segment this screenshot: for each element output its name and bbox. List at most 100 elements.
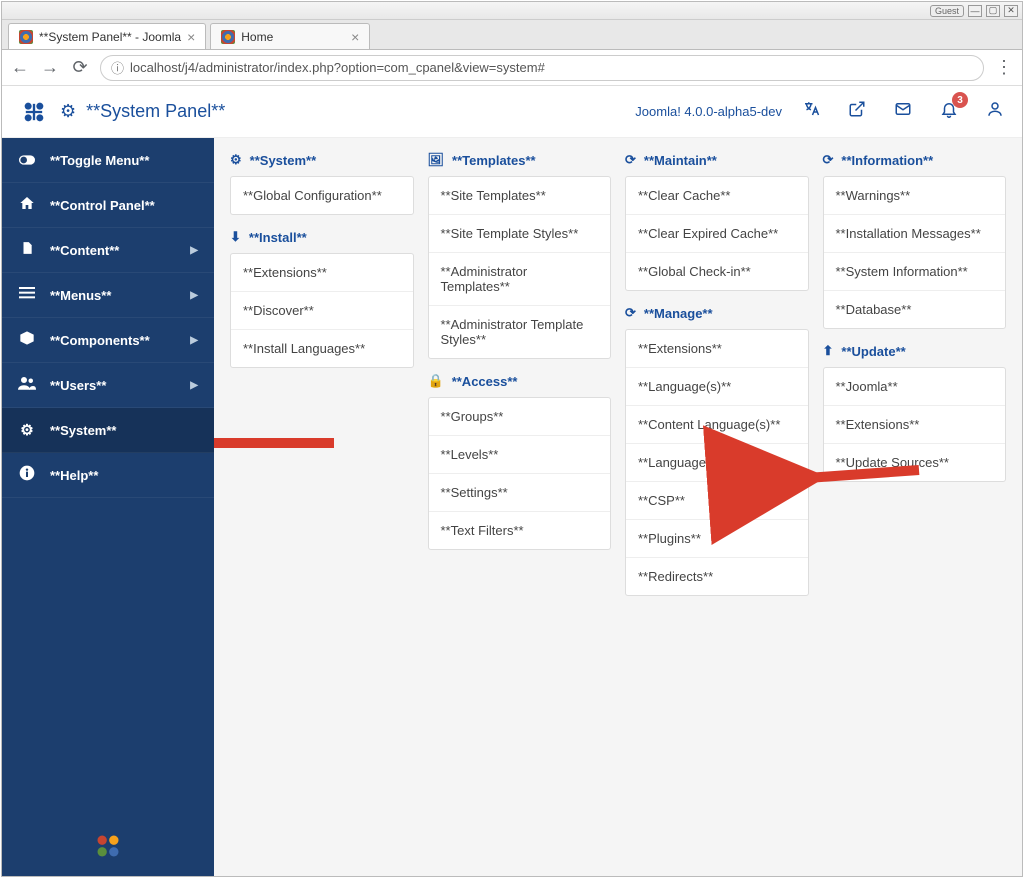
chevron-right-icon: ▶ — [190, 290, 198, 301]
forward-button[interactable]: → — [40, 57, 60, 78]
link-redirects[interactable]: **Redirects** — [626, 558, 808, 595]
link-install-extensions[interactable]: **Extensions** — [231, 254, 413, 292]
url-text: localhost/j4/administrator/index.php?opt… — [130, 60, 545, 75]
sidebar-item-users[interactable]: **Users** ▶ — [2, 363, 214, 408]
sidebar-item-label: **Help** — [50, 468, 98, 483]
joomla-footer-logo — [2, 816, 214, 876]
guest-badge: Guest — [930, 5, 964, 17]
sidebar-item-toggle[interactable]: **Toggle Menu** — [2, 138, 214, 183]
close-icon[interactable]: × — [351, 29, 359, 45]
panel-columns: ⚙ **System** **Global Configuration** ⬇**… — [230, 152, 1006, 596]
external-link-icon[interactable] — [848, 100, 866, 123]
panel-templates: 🖼**Templates** **Site Templates** **Site… — [428, 152, 612, 359]
link-install-languages[interactable]: **Install Languages** — [231, 330, 413, 367]
refresh-icon: ⟳ — [625, 152, 636, 168]
sidebar-item-components[interactable]: **Components** ▶ — [2, 318, 214, 363]
sidebar-item-help[interactable]: **Help** — [2, 453, 214, 498]
link-warnings[interactable]: **Warnings** — [824, 177, 1006, 215]
browser-tab-system-panel[interactable]: **System Panel** - Joomla × — [8, 23, 206, 49]
column-4: ⟳**Information** **Warnings** **Installa… — [823, 152, 1007, 482]
sidebar-item-label: **Control Panel** — [50, 198, 155, 213]
column-2: 🖼**Templates** **Site Templates** **Site… — [428, 152, 612, 550]
home-icon — [18, 195, 36, 215]
link-clear-cache[interactable]: **Clear Cache** — [626, 177, 808, 215]
link-database[interactable]: **Database** — [824, 291, 1006, 328]
panel-title: **Information** — [841, 153, 933, 168]
sidebar-item-menus[interactable]: **Menus** ▶ — [2, 273, 214, 318]
mail-icon[interactable] — [894, 100, 912, 123]
sidebar-item-label: **Components** — [50, 333, 150, 348]
reload-button[interactable]: ⟳ — [70, 57, 90, 78]
language-icon[interactable] — [802, 100, 820, 123]
link-settings[interactable]: **Settings** — [429, 474, 611, 512]
panel-title: **Access** — [452, 374, 518, 389]
panel-title: **Maintain** — [644, 153, 717, 168]
link-language-overrides[interactable]: **Language Overrides** — [626, 444, 808, 482]
sidebar-item-system[interactable]: ⚙ **System** — [2, 408, 214, 453]
link-site-template-styles[interactable]: **Site Template Styles** — [429, 215, 611, 253]
window-maximize-button[interactable]: ▢ — [986, 5, 1000, 17]
sidebar-item-label: **Toggle Menu** — [50, 153, 149, 168]
sidebar-item-label: **System** — [50, 423, 117, 438]
sidebar: **Toggle Menu** **Control Panel** **Cont… — [2, 138, 214, 876]
link-global-checkin[interactable]: **Global Check-in** — [626, 253, 808, 290]
panel-title: **Install** — [249, 230, 307, 245]
link-clear-expired-cache[interactable]: **Clear Expired Cache** — [626, 215, 808, 253]
window-minimize-button[interactable]: — — [968, 5, 982, 17]
chevron-right-icon: ▶ — [190, 380, 198, 391]
link-update-joomla[interactable]: **Joomla** — [824, 368, 1006, 406]
gear-icon: ⚙ — [230, 152, 242, 168]
panel-information: ⟳**Information** **Warnings** **Installa… — [823, 152, 1007, 329]
page-title: **System Panel** — [86, 101, 225, 122]
file-icon — [18, 240, 36, 260]
panel-maintain: ⟳ **Maintain** **Clear Cache** **Clear Ex… — [625, 152, 809, 291]
link-site-templates[interactable]: **Site Templates** — [429, 177, 611, 215]
tab-title: **System Panel** - Joomla — [39, 30, 181, 44]
sidebar-item-label: **Content** — [50, 243, 119, 258]
info-icon: ⓘ — [111, 58, 124, 77]
sidebar-item-control-panel[interactable]: **Control Panel** — [2, 183, 214, 228]
close-icon[interactable]: × — [187, 29, 195, 45]
refresh-icon: ⟳ — [625, 305, 636, 321]
version-link[interactable]: Joomla! 4.0.0-alpha5-dev — [635, 104, 782, 119]
link-update-extensions[interactable]: **Extensions** — [824, 406, 1006, 444]
sidebar-item-content[interactable]: **Content** ▶ — [2, 228, 214, 273]
link-csp[interactable]: **CSP** — [626, 482, 808, 520]
link-text-filters[interactable]: **Text Filters** — [429, 512, 611, 549]
app-body: **Toggle Menu** **Control Panel** **Cont… — [2, 138, 1022, 876]
browser-toolbar: ← → ⟳ ⓘ localhost/j4/administrator/index… — [2, 50, 1022, 86]
column-3: ⟳ **Maintain** **Clear Cache** **Clear Ex… — [625, 152, 809, 596]
user-icon[interactable] — [986, 100, 1004, 123]
info-icon — [18, 465, 36, 485]
link-admin-templates[interactable]: **Administrator Templates** — [429, 253, 611, 306]
bell-icon[interactable]: 3 — [940, 100, 958, 123]
notification-badge: 3 — [952, 92, 968, 108]
sidebar-item-label: **Menus** — [50, 288, 111, 303]
link-installation-messages[interactable]: **Installation Messages** — [824, 215, 1006, 253]
address-bar[interactable]: ⓘ localhost/j4/administrator/index.php?o… — [100, 55, 984, 81]
link-update-sources[interactable]: **Update Sources** — [824, 444, 1006, 481]
link-plugins[interactable]: **Plugins** — [626, 520, 808, 558]
panel-title: **System** — [250, 153, 317, 168]
sidebar-item-label: **Users** — [50, 378, 106, 393]
browser-tab-home[interactable]: Home × — [210, 23, 370, 49]
back-button[interactable]: ← — [10, 57, 30, 78]
joomla-favicon-icon — [221, 30, 235, 44]
tab-title: Home — [241, 30, 273, 44]
link-content-languages[interactable]: **Content Language(s)** — [626, 406, 808, 444]
link-levels[interactable]: **Levels** — [429, 436, 611, 474]
link-manage-extensions[interactable]: **Extensions** — [626, 330, 808, 368]
browser-menu-button[interactable]: ⋮ — [994, 57, 1014, 78]
link-discover[interactable]: **Discover** — [231, 292, 413, 330]
lock-icon: 🔒 — [428, 373, 444, 389]
gear-icon: ⚙ — [60, 101, 76, 122]
window-close-button[interactable]: ✕ — [1004, 5, 1018, 17]
link-system-information[interactable]: **System Information** — [824, 253, 1006, 291]
link-groups[interactable]: **Groups** — [429, 398, 611, 436]
link-languages[interactable]: **Language(s)** — [626, 368, 808, 406]
joomla-app: ⚙ **System Panel** Joomla! 4.0.0-alpha5-… — [2, 86, 1022, 876]
gear-icon: ⚙ — [18, 421, 36, 439]
link-admin-template-styles[interactable]: **Administrator Template Styles** — [429, 306, 611, 358]
panel-install: ⬇**Install** **Extensions** **Discover**… — [230, 229, 414, 368]
link-global-configuration[interactable]: **Global Configuration** — [231, 177, 413, 214]
